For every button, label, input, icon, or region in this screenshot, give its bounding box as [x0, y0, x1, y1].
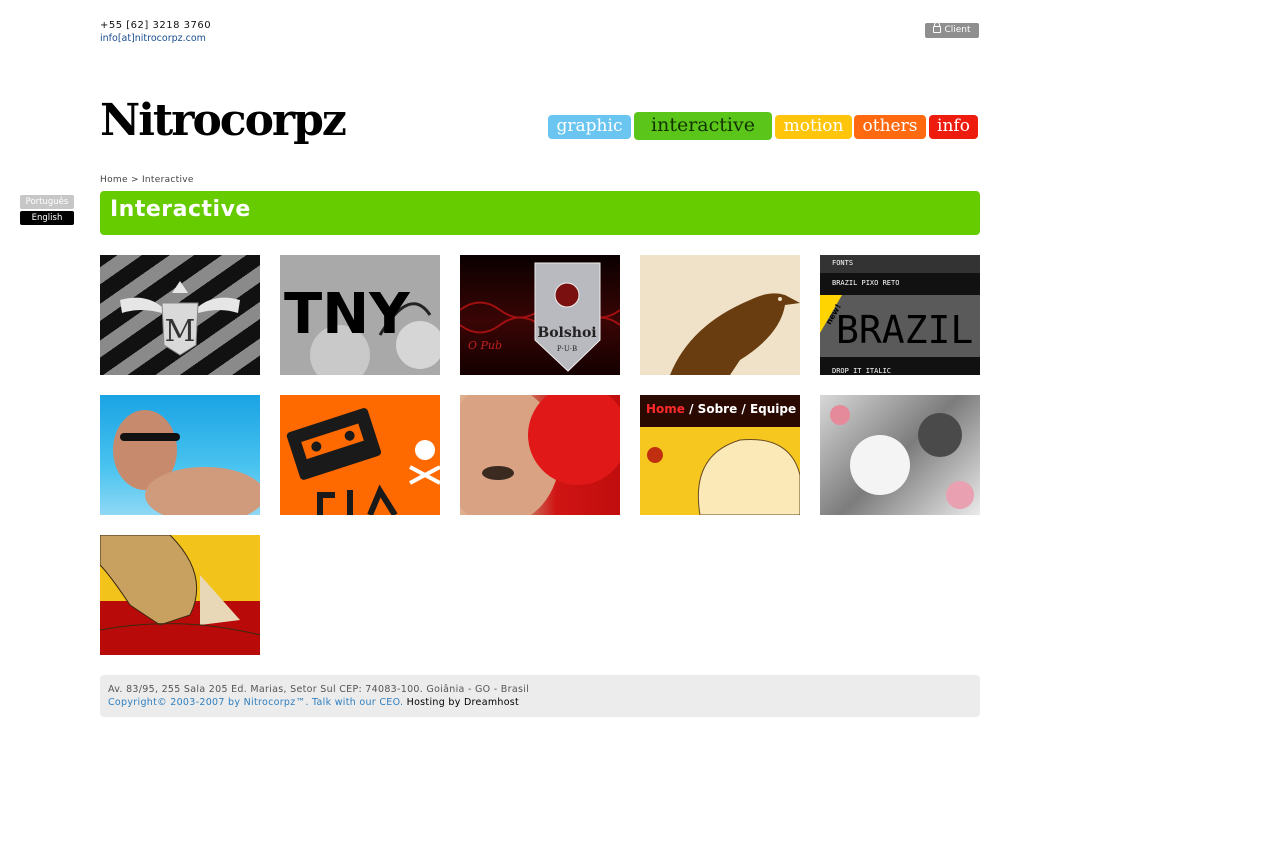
bolshoi-caption: O Pub: [468, 339, 502, 352]
portfolio-thumb-skull[interactable]: [820, 395, 980, 515]
footer-hosting[interactable]: Hosting by Dreamhost: [407, 697, 519, 708]
font-name-label: BRAZIL PIXO RETO: [832, 279, 899, 287]
face-image: [460, 395, 620, 515]
footer-address: Av. 83/95, 255 Sala 205 Ed. Marias, Seto…: [108, 684, 530, 695]
equipe-nav-home: Home: [646, 402, 685, 416]
nav-motion[interactable]: motion: [775, 115, 852, 139]
client-button-label: Client: [944, 25, 971, 35]
portfolio-thumb-illustration[interactable]: [100, 535, 260, 655]
font-bottom-label: DROP IT ITALIC: [832, 367, 891, 375]
portfolio-thumb-m-crest[interactable]: M: [100, 255, 260, 375]
nav-graphic[interactable]: graphic: [548, 115, 631, 139]
nav-interactive[interactable]: interactive: [634, 112, 772, 140]
crow-icon: [670, 293, 800, 375]
portfolio-thumb-equipe[interactable]: Home / Sobre / Equipe: [640, 395, 800, 515]
font-sample: BRAZIL PIX: [836, 308, 980, 352]
portfolio-thumb-tny[interactable]: TNY: [280, 255, 440, 375]
email-link[interactable]: info[at]nitrocorpz.com: [100, 33, 206, 44]
bolshoi-sub-text: P·U·B: [557, 345, 577, 353]
svg-text:M: M: [165, 314, 196, 349]
site-logo[interactable]: Nitrocorpz: [100, 92, 347, 150]
footer-credits: Copyright© 2003-2007 by Nitrocorpz™. Tal…: [108, 697, 519, 708]
language-portuguese[interactable]: Português: [20, 195, 74, 209]
client-button[interactable]: Client: [925, 22, 979, 38]
svg-text:Home / Sobre / Equipe: Home / Sobre / Equipe: [646, 402, 796, 416]
tny-artwork: TNY: [284, 282, 440, 375]
m-crest-icon: M: [120, 281, 240, 356]
skull-collage-image: [830, 405, 974, 509]
tny-text: TNY: [284, 282, 411, 347]
swimmer-image: [113, 410, 260, 515]
bolshoi-crest-text: Bolshoi: [537, 325, 596, 341]
portfolio-thumb-brazil-pixo[interactable]: FONTS BRAZIL PIXO RETO BRAZIL PIX new! D…: [820, 255, 980, 375]
bolshoi-crest-icon: Bolshoi P·U·B O Pub: [460, 262, 620, 372]
equipe-nav-rest: / Sobre / Equipe: [685, 402, 796, 416]
portfolio-thumb-crow[interactable]: [640, 255, 800, 375]
section-title: Interactive: [110, 197, 251, 222]
breadcrumb[interactable]: Home > Interactive: [100, 175, 194, 185]
language-english[interactable]: English: [20, 211, 74, 225]
portfolio-thumb-bolshoi[interactable]: Bolshoi P·U·B O Pub: [460, 255, 620, 375]
cassette-icon: [286, 408, 440, 515]
contact-info: +55 [62] 3218 3760 info[at]nitrocorpz.co…: [100, 19, 211, 45]
nav-info[interactable]: info: [929, 115, 978, 139]
fonts-label: FONTS: [832, 259, 853, 267]
section-header: Interactive: [100, 191, 980, 235]
footer-copyright-link[interactable]: Copyright© 2003-2007 by Nitrocorpz™. Tal…: [108, 697, 403, 708]
footer: Av. 83/95, 255 Sala 205 Ed. Marias, Seto…: [100, 675, 980, 717]
illustration-image: [100, 535, 260, 636]
lock-icon: [933, 22, 942, 33]
portfolio-thumb-cassette[interactable]: [280, 395, 440, 515]
phone-number: +55 [62] 3218 3760: [100, 20, 212, 31]
portfolio-thumb-face[interactable]: [460, 395, 620, 515]
portfolio-thumb-swimmer[interactable]: [100, 395, 260, 515]
brazil-pixo-artwork: FONTS BRAZIL PIXO RETO BRAZIL PIX new! D…: [820, 255, 980, 375]
nav-others[interactable]: others: [854, 115, 926, 139]
equipe-artwork: Home / Sobre / Equipe: [640, 395, 800, 515]
